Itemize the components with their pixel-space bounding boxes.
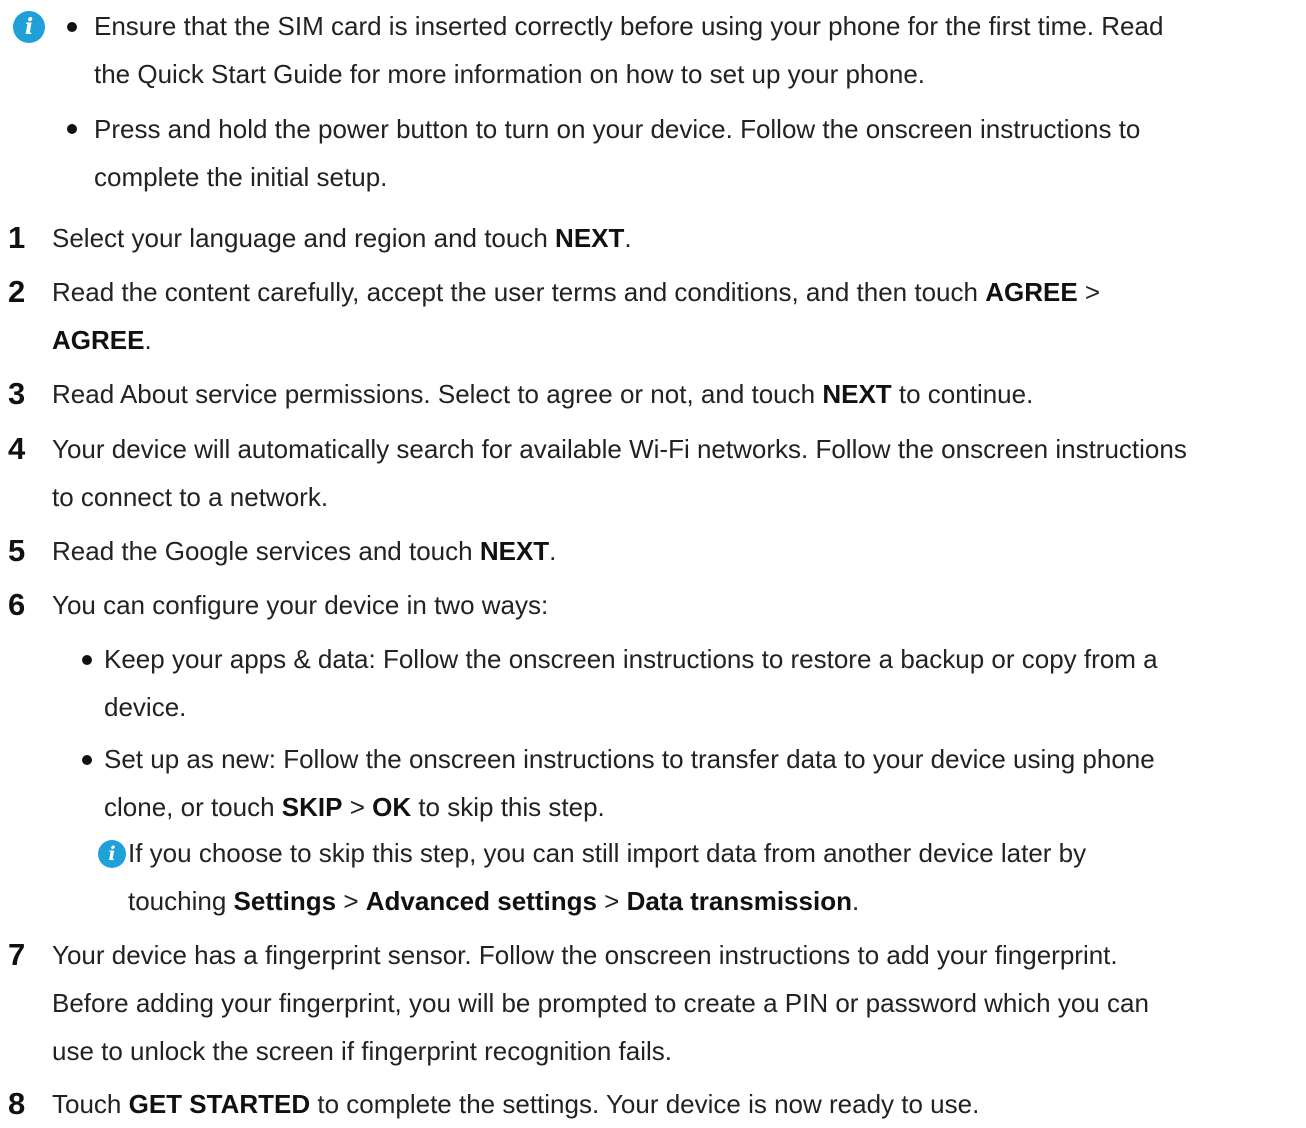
note-bullet-1-line-2: the Quick Start Guide for more informati… (94, 59, 925, 89)
skip-note-line-2: touching Settings > Advanced settings > … (128, 886, 860, 916)
step-text: Read the Google services and touch NEXT. (52, 536, 557, 566)
step-number: 1 (8, 220, 26, 255)
step-text: You can configure your device in two way… (52, 590, 549, 620)
step-text: Read About service permissions. Select t… (52, 379, 1034, 409)
skip-label: SKIP (281, 792, 343, 822)
data-transmission-label: Data transmission (626, 886, 852, 916)
advanced-settings-label: Advanced settings (365, 886, 597, 916)
bullet-dot (82, 655, 92, 665)
option-set-up-new-line-2: clone, or touch SKIP > OK to skip this s… (104, 792, 605, 822)
step-number: 4 (8, 431, 26, 466)
bullet-dot (67, 22, 77, 32)
agree-label: AGREE (52, 325, 145, 355)
next-label: NEXT (479, 536, 550, 566)
note-bullet-2-line-1: Press and hold the power button to turn … (94, 114, 1141, 144)
next-label: NEXT (555, 223, 625, 253)
info-icon: i (13, 11, 45, 43)
step-text: Your device has a fingerprint sensor. Fo… (52, 940, 1149, 1066)
step-number: 2 (8, 274, 26, 309)
user-guide-page: i Ensure that the SIM card is inserted c… (0, 0, 1306, 1121)
skip-note-line-1: If you choose to skip this step, you can… (128, 838, 1087, 868)
step-text: Your device will automatically search fo… (52, 434, 1187, 512)
option-set-up-new-line-1: Set up as new: Follow the onscreen instr… (104, 744, 1155, 774)
option-keep-apps-line-1: Keep your apps & data: Follow the onscre… (104, 644, 1158, 674)
info-icon: i (98, 840, 126, 868)
option-keep-apps-line-2: device. (104, 692, 187, 722)
step-text: Read the content carefully, accept the u… (52, 277, 1101, 355)
bullet-dot (67, 124, 77, 134)
step-number: 6 (8, 587, 26, 622)
get-started-label: GET STARTED (128, 1089, 311, 1119)
step-number: 5 (8, 533, 26, 568)
note-bullet-1-line-1: Ensure that the SIM card is inserted cor… (94, 11, 1164, 41)
note-bullet-2-line-2: complete the initial setup. (94, 162, 388, 192)
step-text: Select your language and region and touc… (52, 223, 632, 253)
settings-label: Settings (233, 886, 337, 916)
step-number: 7 (8, 937, 26, 972)
ok-label: OK (372, 792, 412, 822)
next-label: NEXT (822, 379, 892, 409)
step-number: 3 (8, 376, 26, 411)
agree-label: AGREE (985, 277, 1078, 307)
bullet-dot (82, 755, 92, 765)
